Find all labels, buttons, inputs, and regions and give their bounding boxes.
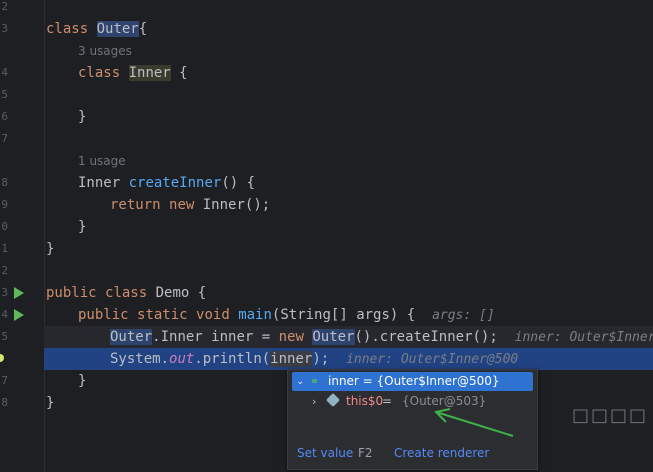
line-number: 5 [1, 88, 8, 101]
code-line: Inner createInner() { [78, 172, 255, 194]
field-name: this$0 [346, 394, 384, 408]
line-number: 4 [1, 66, 8, 79]
run-main-method-icon[interactable] [14, 309, 24, 321]
code-token: () { [221, 175, 256, 191]
shortcut-key: F2 [358, 446, 373, 460]
code-token: ().createInner(); [354, 329, 498, 345]
keyword: return [110, 197, 161, 213]
line-number: 5 [1, 330, 8, 343]
code-line: } [46, 241, 55, 257]
usages-hint[interactable]: 1 usage [78, 150, 126, 172]
keyword: class [46, 21, 89, 37]
code-token: System. [110, 351, 170, 367]
keyword: new [278, 329, 304, 345]
chevron-down-icon[interactable]: ⌄ [296, 372, 304, 391]
code-line: Outer.Inner inner = new Outer().createIn… [110, 326, 653, 348]
line-number: 3 [1, 22, 8, 35]
create-renderer-link[interactable]: Create renderer [394, 446, 489, 460]
line-number: 8 [1, 396, 8, 409]
keyword: static [137, 307, 188, 323]
class-name: Outer [110, 329, 153, 345]
class-name: Inner [128, 65, 171, 81]
line-number: 3 [1, 286, 8, 299]
line-number: 2 [1, 0, 8, 13]
code-token: Inner inner = [160, 329, 279, 345]
line-number: 4 [1, 308, 8, 321]
code-line: } [46, 395, 55, 411]
type-name: Inner [78, 175, 121, 191]
line-number: 2 [1, 264, 8, 277]
line-number: 0 [1, 220, 8, 233]
green-arrow-annotation [433, 408, 514, 437]
tree-row-label: inner = {Outer$Inner@500} [328, 374, 500, 388]
keyword: public [78, 307, 129, 323]
line-number: 9 [1, 198, 8, 211]
class-name: Outer [96, 21, 139, 37]
code-token: { [170, 65, 188, 81]
inline-value-hint: inner: Outer$Inner@500 [346, 352, 519, 367]
tree-row-inner[interactable]: ⌄ ⚭ inner = {Outer$Inner@500} [292, 372, 533, 391]
code-token: (String[] args) { [271, 307, 416, 323]
watermark: □□□□ [572, 405, 649, 426]
debug-value-popup[interactable]: ⌄ ⚭ inner = {Outer$Inner@500} › this$0 =… [287, 369, 538, 470]
keyword: class [78, 65, 121, 81]
breakpoint-icon[interactable] [0, 354, 4, 362]
keyword: public [46, 285, 97, 301]
popup-footer: Set value F2 Create renderer [288, 439, 537, 469]
field-tag-icon [325, 392, 341, 408]
chevron-right-icon[interactable]: › [312, 392, 316, 411]
editor-gutter: 2 3 4 5 6 7 8 9 0 1 2 3 4 5 7 8 [0, 0, 45, 472]
line-number: 7 [1, 132, 8, 145]
code-line: } [78, 109, 87, 125]
line-number: 8 [1, 176, 8, 189]
code-token: { [138, 21, 148, 37]
type-name: Inner [202, 197, 245, 213]
code-token: (); [244, 197, 271, 213]
usages-hint[interactable]: 3 usages [78, 40, 132, 62]
keyword: void [196, 307, 230, 323]
code-line: System.out.println(inner); inner: Outer$… [110, 348, 518, 370]
code-line: class Inner { [78, 62, 188, 84]
line-number: 1 [1, 242, 8, 255]
line-number: 6 [1, 110, 8, 123]
keyword: class [105, 285, 148, 301]
line-number: 7 [1, 374, 8, 387]
code-token: .println( [194, 351, 271, 367]
keyword: new [169, 197, 195, 213]
class-name: Demo [155, 285, 190, 301]
inline-value-hint: inner: Outer$Inner@5 [514, 330, 653, 345]
code-line: } [78, 219, 87, 235]
inline-value-hint: args: [] [432, 308, 495, 323]
code-line: public static void main(String[] args) {… [78, 304, 495, 326]
field-name: out [169, 351, 195, 367]
method-name: createInner [128, 175, 222, 191]
equals-sign: = [382, 394, 393, 408]
run-main-class-icon[interactable] [14, 287, 24, 299]
set-value-link[interactable]: Set value [297, 446, 353, 460]
code-line: return new Inner(); [110, 194, 270, 216]
class-name: Outer [312, 329, 355, 345]
code-token: { [189, 285, 207, 301]
code-token: ); [312, 351, 330, 367]
code-line: public class Demo { [46, 282, 206, 304]
code-token: . [152, 329, 161, 345]
variable-icon: ⚭ [310, 375, 320, 388]
code-line: } [78, 373, 87, 389]
method-name: main [238, 307, 272, 323]
variable-name[interactable]: inner [270, 351, 313, 367]
code-line: class Outer{ [46, 18, 147, 40]
